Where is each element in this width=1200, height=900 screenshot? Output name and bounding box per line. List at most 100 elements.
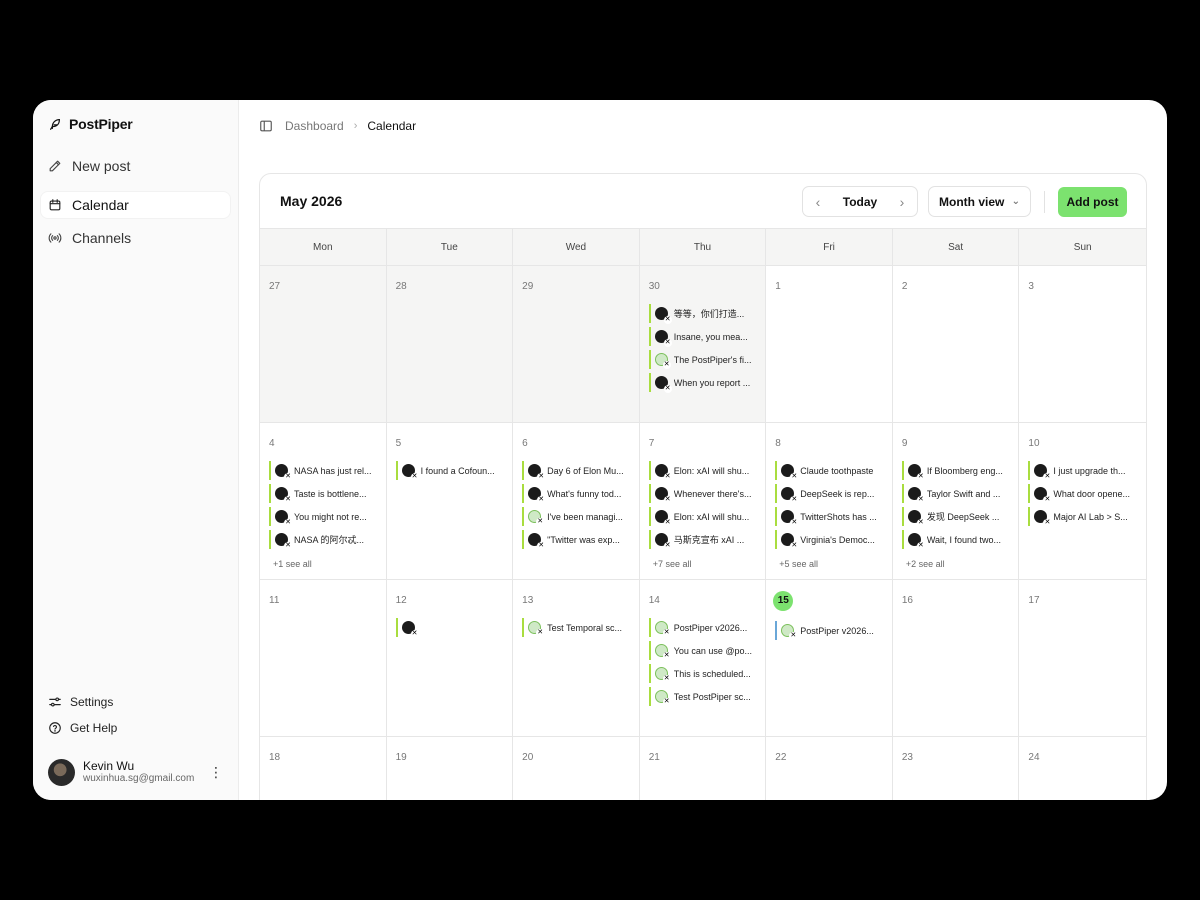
day-number: 4 [269,438,275,449]
scheduled-post[interactable] [395,618,504,638]
day-cell[interactable]: 19 [387,737,514,800]
brand[interactable]: PostPiper [41,114,230,134]
day-cell[interactable]: 21 [640,737,767,800]
see-all-link[interactable]: +5 see all [779,559,883,569]
post-preview-text: You can use @po... [673,645,753,656]
user-name: Kevin Wu [83,758,135,773]
scheduled-post[interactable]: Elon: xAI will shu... [648,507,757,527]
help-circle-icon [48,721,62,735]
scheduled-post[interactable]: Major AI Lab > S... [1028,507,1137,527]
post-preview-text: What door opene... [1053,488,1130,499]
scheduled-post[interactable]: Insane, you mea... [648,327,757,347]
scheduled-post[interactable]: You might not re... [269,507,377,527]
scheduled-post[interactable]: I found a Cofoun... [395,461,504,481]
scheduled-post[interactable]: What door opene... [1028,484,1137,504]
calendar-header: May 2026 ‹ Today › Month view ⌄ Add post [260,174,1146,229]
scheduled-post[interactable]: 马斯克宣布 xAI ... [648,530,757,550]
scheduled-post[interactable]: DeepSeek is rep... [775,484,883,504]
nav-channels[interactable]: Channels [41,225,230,251]
brand-name: PostPiper [69,116,133,132]
scheduled-post[interactable]: TwitterShots has ... [775,507,883,527]
scheduled-post[interactable]: The PostPiper's fi... [648,350,757,369]
day-cell[interactable]: 10 I just upgrade th... What door opene...… [1019,423,1146,580]
post-list: Day 6 of Elon Mu... What's funny tod... I'… [522,461,630,550]
day-cell[interactable]: 27 [260,266,387,423]
day-cell[interactable]: 16 [892,580,1020,737]
scheduled-post[interactable]: Whenever there's... [648,484,757,504]
day-cell[interactable]: 1 [766,266,893,423]
nav-calendar[interactable]: Calendar [41,192,230,218]
scheduled-post[interactable]: Elon: xAI will shu... [648,461,757,481]
day-cell[interactable]: 23 [893,737,1020,800]
day-cell[interactable]: 22 [766,737,893,800]
day-cell[interactable]: 11 [260,580,387,737]
day-cell[interactable]: 5 I found a Cofoun... [386,423,514,580]
add-post-button[interactable]: Add post [1058,186,1127,217]
scheduled-post[interactable]: Wait, I found two... [901,530,1010,550]
day-cell[interactable]: 24 [1019,737,1146,800]
day-cell[interactable]: 9 If Bloomberg eng... Taylor Swift and ...… [892,423,1020,580]
weekday-fri: Fri [766,229,893,265]
day-cell[interactable]: 2 [892,266,1020,423]
scheduled-post[interactable]: NASA has just rel... [269,461,377,481]
avatar [48,758,75,786]
scheduled-post[interactable]: NASA 的阿尔忒... [269,530,377,550]
scheduled-post[interactable]: This is scheduled... [648,664,757,683]
scheduled-post[interactable]: "Twitter was exp... [522,530,630,550]
day-cell[interactable]: 29 [513,266,640,423]
scheduled-post[interactable]: When you report ... [648,373,757,393]
day-cell[interactable]: 15 PostPiper v2026... [766,580,893,737]
post-preview-text: 等等，你们打造... [673,309,745,319]
day-cell[interactable]: 13 Test Temporal sc... [513,580,640,737]
day-number: 1 [775,281,781,292]
scheduled-post[interactable]: I just upgrade th... [1028,461,1137,481]
scheduled-post[interactable]: Test Temporal sc... [522,618,630,637]
scheduled-post[interactable]: You can use @po... [648,641,757,660]
scheduled-post[interactable]: 发现 DeepSeek ... [901,507,1010,527]
scheduled-post[interactable]: What's funny tod... [522,484,630,504]
day-cell[interactable]: 17 [1019,580,1146,737]
view-select[interactable]: Month view ⌄ [928,186,1031,217]
day-cell[interactable]: 14 PostPiper v2026... You can use @po... Th… [639,580,767,737]
day-cell[interactable]: 8 Claude toothpaste DeepSeek is rep... Twit… [766,423,893,580]
scheduled-post[interactable]: PostPiper v2026... [648,618,757,637]
day-cell[interactable]: 20 [513,737,640,800]
day-cell[interactable]: 30 等等，你们打造... Insane, you mea... The PostPi… [639,266,767,423]
more-vertical-icon[interactable]: ⋮ [209,764,223,781]
chevron-left-icon[interactable]: ‹ [811,194,825,210]
scheduled-post[interactable]: Claude toothpaste [775,461,883,481]
post-list: I just upgrade th... What door opene... Ma… [1028,461,1137,527]
day-cell[interactable]: 7 Elon: xAI will shu... Whenever there's..… [639,423,767,580]
breadcrumb-dashboard[interactable]: Dashboard [285,119,344,133]
scheduled-post[interactable]: I've been managi... [522,507,630,526]
see-all-link[interactable]: +7 see all [653,559,757,569]
scheduled-post[interactable]: Taylor Swift and ... [901,484,1010,504]
user-profile[interactable]: Kevin Wu wuxinhua.sg@gmail.com ⋮ [41,750,230,794]
scheduled-post[interactable]: Virginia's Democ... [775,530,883,550]
settings-link[interactable]: Settings [41,690,230,714]
scheduled-post[interactable]: Test PostPiper sc... [648,687,757,706]
x-account-avatar-icon [907,533,925,550]
sidebar-toggle-icon[interactable] [259,119,273,133]
scheduled-post[interactable]: If Bloomberg eng... [901,461,1010,481]
see-all-link[interactable]: +1 see all [273,559,377,569]
day-cell[interactable]: 28 [386,266,514,423]
nav-new-post[interactable]: New post [41,153,230,179]
day-cell[interactable]: 12 [386,580,514,737]
scheduled-post[interactable]: PostPiper v2026... [775,621,883,640]
post-preview-text: TwitterShots has ... [800,511,877,522]
scheduled-post[interactable]: Day 6 of Elon Mu... [522,461,630,481]
day-cell[interactable]: 4 NASA has just rel... Taste is bottlene..… [260,423,387,580]
see-all-link[interactable]: +2 see all [906,559,1010,569]
chevron-right-icon[interactable]: › [895,194,909,210]
day-cell[interactable]: 6 Day 6 of Elon Mu... What's funny tod... I… [513,423,640,580]
day-cell[interactable]: 18 [260,737,387,800]
calendar-controls: ‹ Today › Month view ⌄ Add post [802,186,1127,217]
today-button[interactable]: Today [843,195,877,209]
scheduled-post[interactable]: Taste is bottlene... [269,484,377,504]
scheduled-post[interactable]: 等等，你们打造... [648,304,757,324]
day-number: 3 [1028,281,1034,292]
help-link[interactable]: Get Help [41,716,230,740]
day-cell[interactable]: 3 [1019,266,1146,423]
post-preview-text: Taylor Swift and ... [926,488,1001,499]
